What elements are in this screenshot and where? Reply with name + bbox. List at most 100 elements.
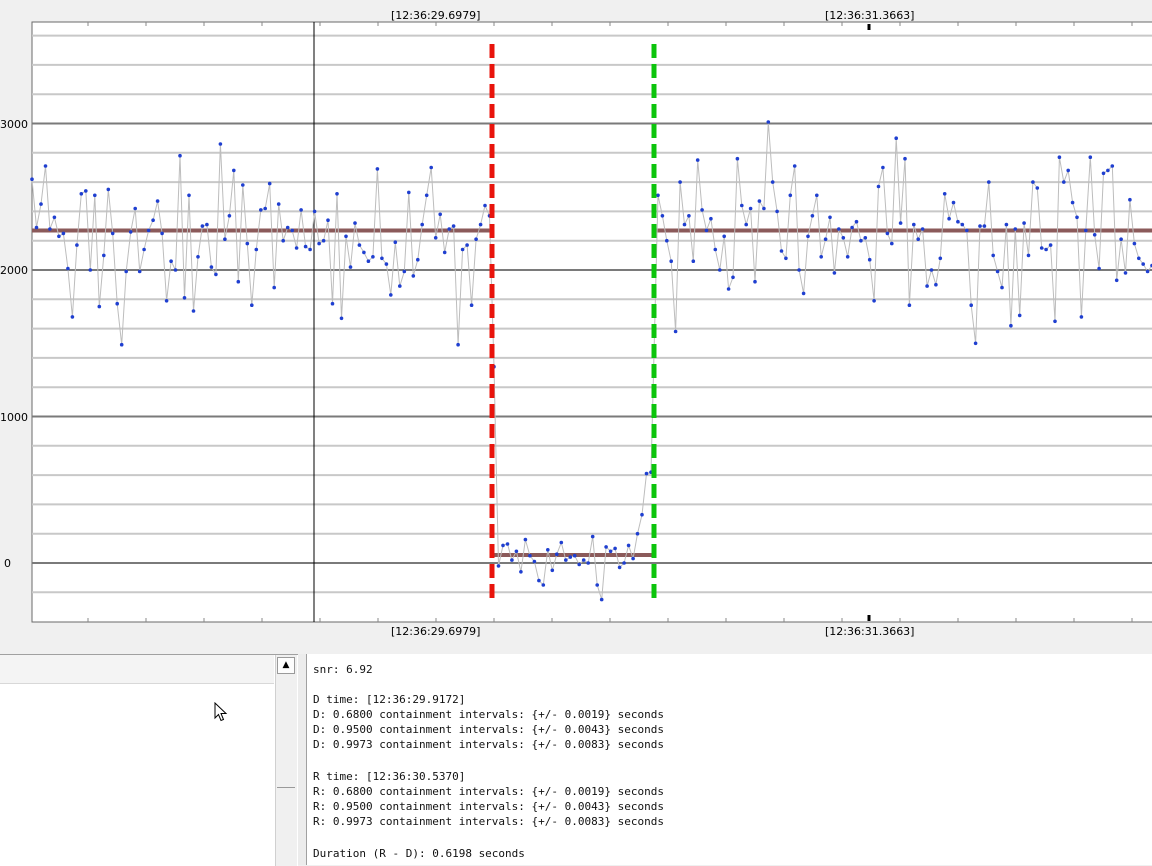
data-point (348, 265, 353, 269)
selection-list-panel[interactable]: ▲ (0, 654, 298, 866)
data-point (599, 597, 604, 602)
data-point (200, 224, 205, 228)
data-point (1039, 246, 1044, 250)
data-point (568, 555, 573, 559)
data-point (366, 259, 371, 264)
data-point (250, 303, 254, 308)
data-point (263, 206, 268, 211)
data-point (604, 545, 608, 549)
data-point (137, 269, 142, 274)
data-point (353, 221, 357, 225)
y-tick-label: 1000 (0, 411, 28, 424)
y-tick-label: 3000 (0, 118, 28, 131)
data-point (881, 165, 885, 170)
data-point (1101, 171, 1106, 176)
data-point (119, 342, 124, 347)
data-point (465, 243, 469, 247)
data-point (854, 219, 859, 224)
data-point (850, 225, 854, 230)
data-point (1013, 227, 1018, 231)
data-point (267, 181, 272, 186)
data-point (744, 222, 748, 227)
data-point (797, 268, 801, 272)
data-point (885, 231, 890, 236)
data-point (1017, 313, 1022, 318)
data-point (1128, 197, 1132, 202)
data-point (541, 583, 546, 587)
top-time-label: [12:36:31.3663] (825, 9, 914, 22)
data-point (1123, 271, 1128, 275)
data-point (537, 578, 541, 583)
data-point (483, 203, 487, 208)
data-point (160, 231, 164, 236)
data-point (1000, 285, 1004, 290)
data-point (687, 214, 691, 218)
scroll-up-button[interactable]: ▲ (277, 657, 295, 674)
data-point (362, 250, 366, 255)
data-point (187, 193, 191, 198)
data-point (550, 568, 555, 573)
data-point (102, 253, 106, 258)
data-point (281, 238, 286, 243)
data-point (810, 214, 815, 218)
data-point (182, 296, 187, 300)
plot-canvas[interactable]: 3000 2000 1000 0 [12:36:29.6979] [12:36:… (0, 0, 1152, 642)
data-point (577, 562, 581, 567)
vertical-scrollbar[interactable]: ▲ (275, 655, 297, 866)
data-point (608, 549, 613, 554)
data-point (912, 222, 916, 227)
data-point (128, 230, 133, 234)
list-header-row[interactable] (0, 655, 274, 684)
data-point (700, 208, 704, 212)
data-point (124, 269, 128, 274)
data-point (622, 561, 626, 565)
data-point (389, 293, 393, 297)
results-text-output[interactable]: snr: 6.92 D time: [12:36:29.9172] D: 0.6… (306, 654, 1152, 865)
data-point (581, 558, 586, 562)
data-point (371, 254, 375, 259)
data-point (740, 203, 744, 208)
data-point (947, 216, 951, 221)
data-point (393, 240, 398, 244)
data-point (43, 164, 48, 168)
panel-splitter[interactable] (298, 654, 306, 865)
data-point (146, 228, 151, 233)
data-point (52, 215, 57, 220)
scroll-thumb[interactable] (277, 787, 295, 799)
data-point (982, 224, 987, 228)
data-point (424, 193, 429, 198)
data-point (626, 543, 631, 548)
data-point (416, 257, 420, 262)
data-point (823, 237, 828, 241)
data-point (276, 202, 281, 206)
data-point (61, 231, 66, 236)
data-point (326, 218, 330, 222)
data-point (713, 247, 718, 252)
data-point (788, 193, 793, 198)
data-point (523, 537, 528, 542)
data-point (330, 301, 335, 306)
data-point (79, 192, 84, 196)
data-point (245, 241, 250, 246)
data-point (845, 254, 850, 259)
data-point (1079, 315, 1084, 319)
data-point (173, 268, 178, 272)
data-point (1048, 243, 1053, 247)
output-line: D: 0.9500 containment intervals: {+/- 0.… (313, 723, 664, 736)
data-point (1084, 228, 1088, 233)
data-point (164, 299, 169, 303)
data-point (1137, 256, 1141, 261)
light-curve-plot[interactable]: 3000 2000 1000 0 [12:36:29.6979] [12:36:… (0, 0, 1152, 642)
mouse-pointer-icon (214, 702, 228, 722)
data-point (660, 214, 665, 218)
data-point (792, 164, 797, 168)
data-point (528, 553, 532, 558)
data-point (665, 238, 669, 243)
data-point (70, 315, 75, 319)
data-point (1097, 266, 1101, 271)
data-point (890, 241, 894, 246)
data-point (907, 303, 912, 308)
data-point (1062, 180, 1066, 184)
data-point (1075, 215, 1079, 220)
data-point (546, 548, 550, 552)
